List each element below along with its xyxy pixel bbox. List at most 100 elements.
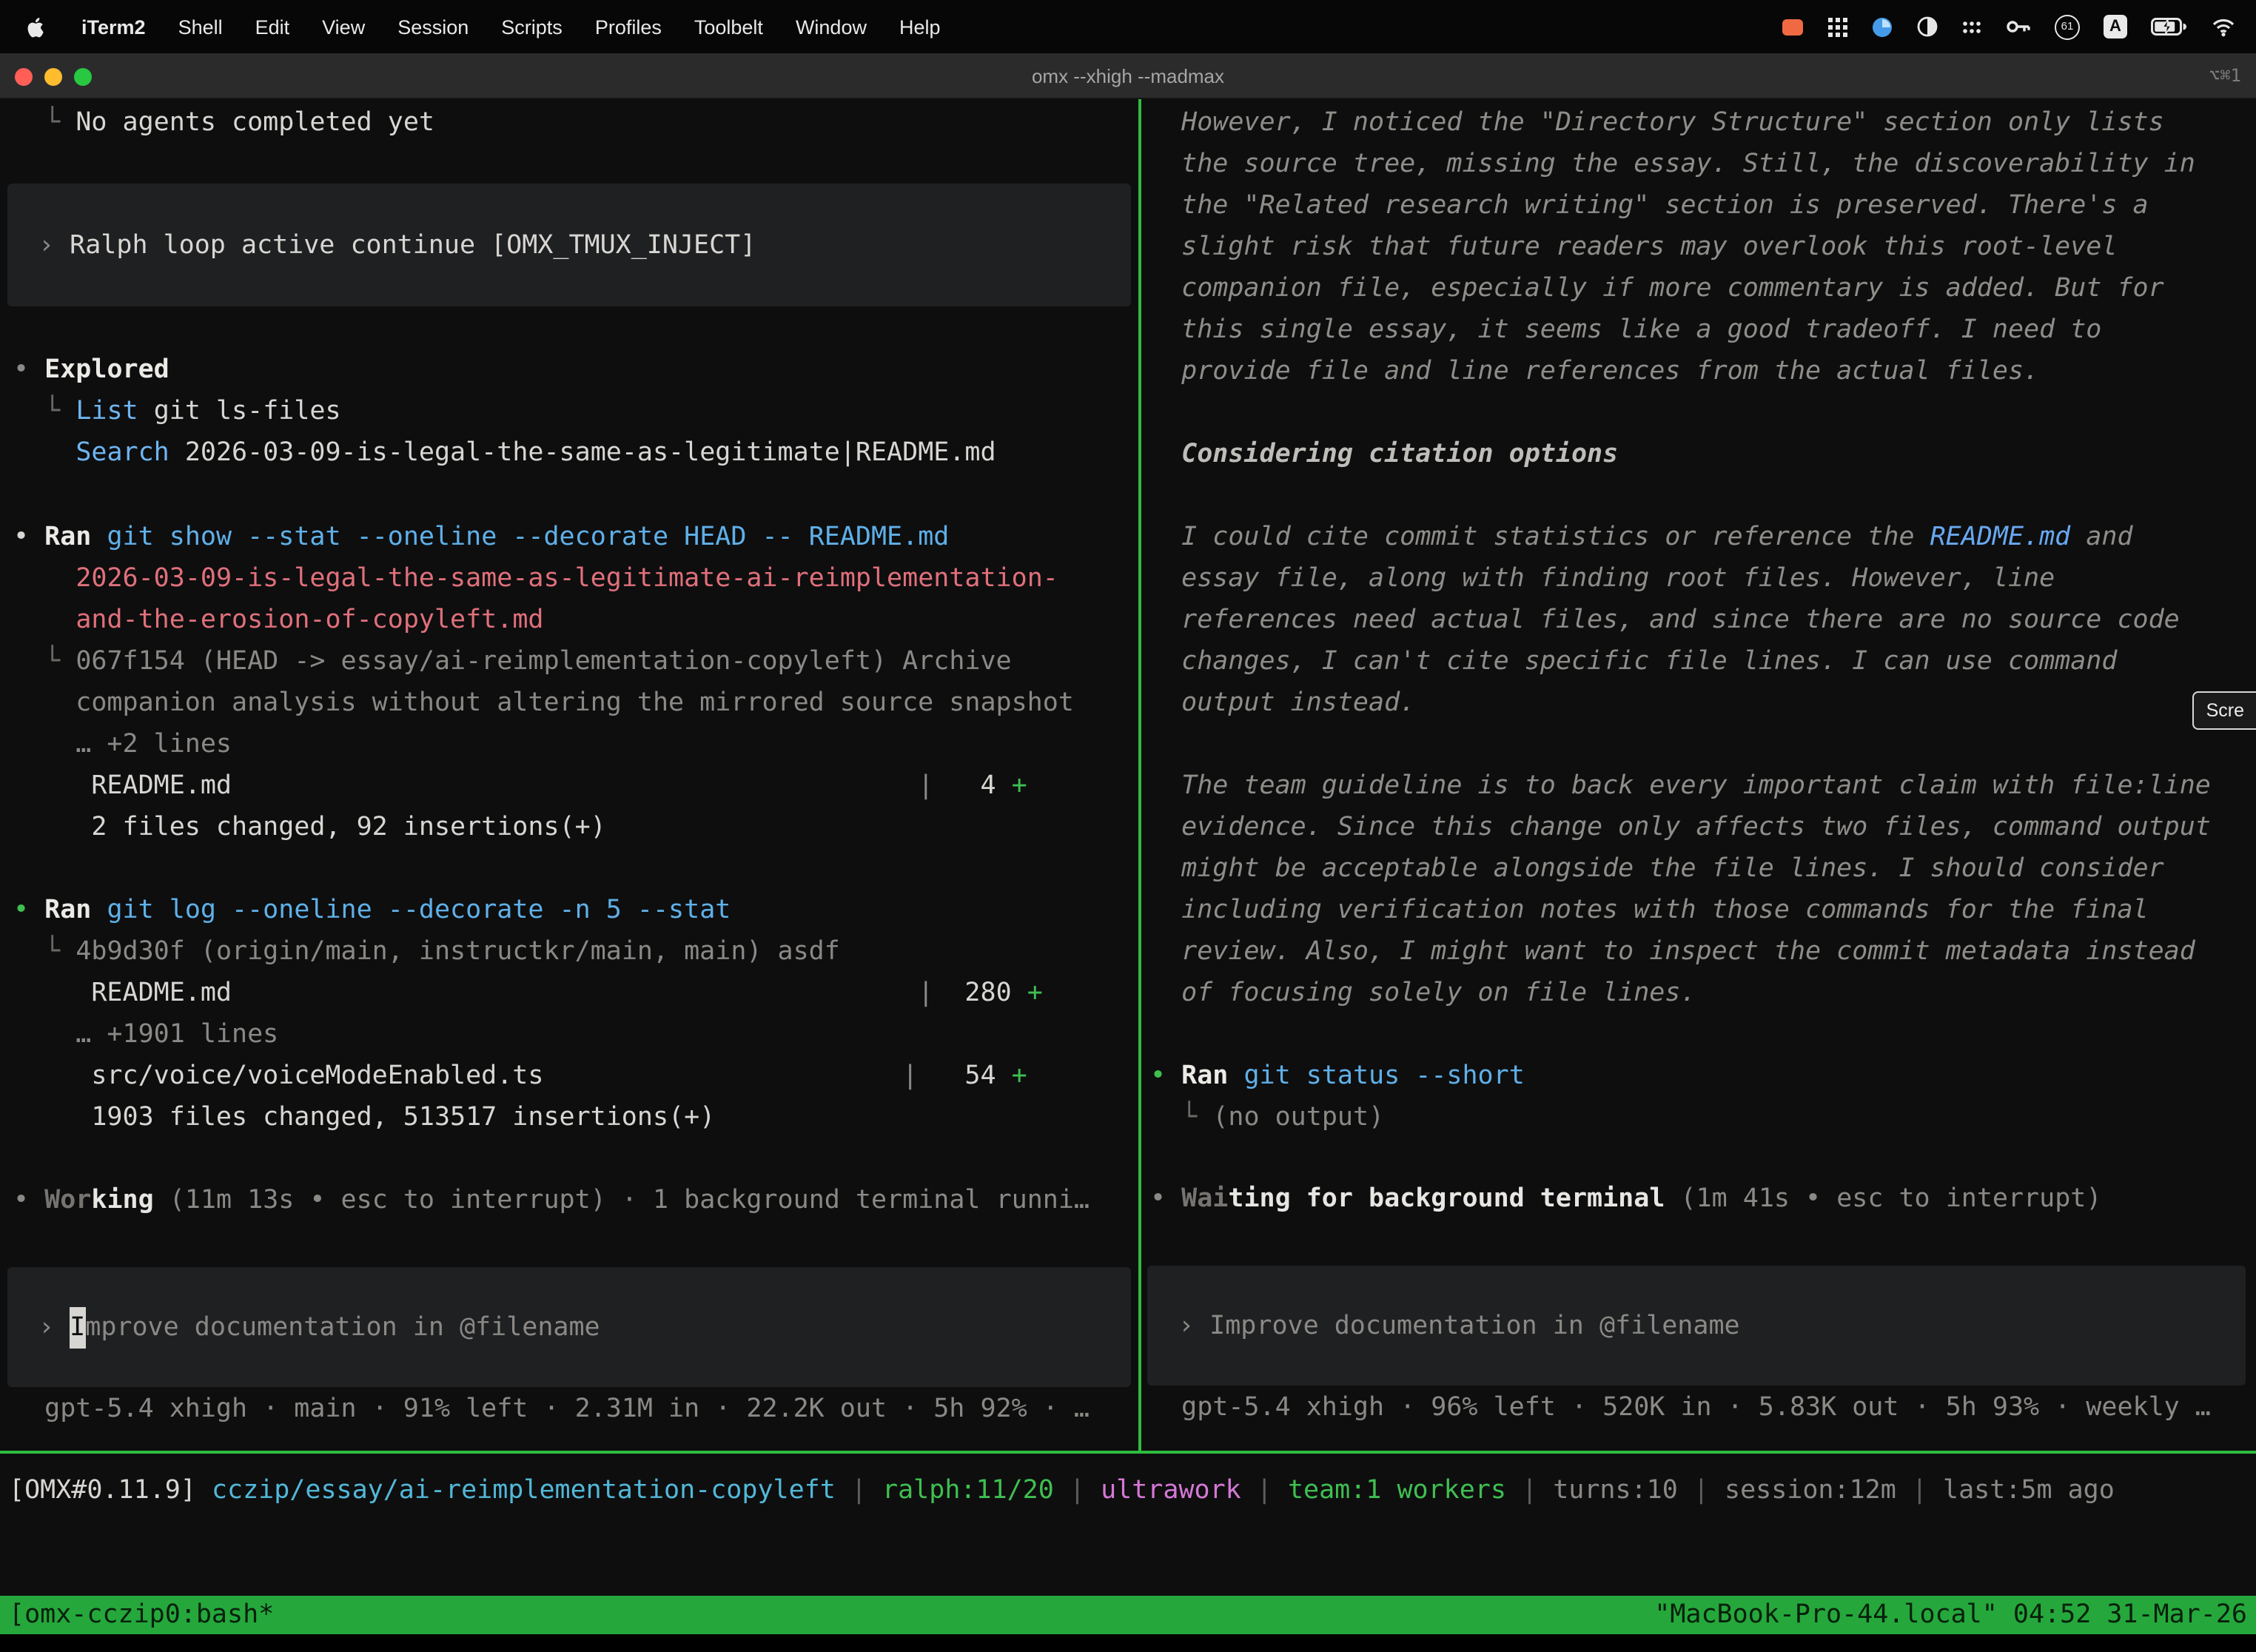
half-circle-icon[interactable] <box>1917 16 1938 37</box>
text-segment: └ <box>1150 1103 1212 1132</box>
text-segment: mprove documentation in @filename <box>85 1306 600 1348</box>
terminal-line: slight risk that future readers may over… <box>1150 226 2256 268</box>
input-source-label: A <box>2104 15 2127 38</box>
prompt-input-box[interactable]: › Ralph loop active continue [OMX_TMUX_I… <box>7 184 1131 306</box>
text-segment: changes, I can't cite specific file line… <box>1150 647 2117 676</box>
text-segment: the "Related research writing" section i… <box>1150 191 2149 221</box>
terminal-line: this single essay, it seems like a good … <box>1150 309 2256 351</box>
terminal-line: references need actual files, and since … <box>1150 600 2256 641</box>
menu-item-toolbelt[interactable]: Toolbelt <box>678 16 779 38</box>
terminal-line: including verification notes with those … <box>1150 890 2256 931</box>
text-segment: provide file and line references from th… <box>1150 357 2039 386</box>
terminal-line: README.md | 4 + <box>13 765 1138 807</box>
text-segment: essay file, along with finding root file… <box>1150 564 2055 594</box>
window-titlebar[interactable]: omx --xhigh --madmax ⌥⌘1 <box>0 53 2256 99</box>
text-segment: companion analysis without altering the … <box>13 688 1074 718</box>
menu-item-edit[interactable]: Edit <box>239 16 306 38</box>
prompt-input-box[interactable]: › Improve documentation in @filename <box>1147 1266 2246 1386</box>
terminal-line: provide file and line references from th… <box>1150 351 2256 392</box>
text-segment: Ran <box>1181 1061 1228 1091</box>
battery-gauge-icon[interactable]: 61 <box>2055 14 2080 39</box>
text-segment: README.md <box>13 771 232 801</box>
text-segment: including verification notes with those … <box>1150 896 2149 925</box>
text-segment: • <box>1150 1184 1181 1214</box>
menu-item-profiles[interactable]: Profiles <box>579 16 678 38</box>
terminal-line: of focusing solely on file lines. <box>1150 973 2256 1014</box>
terminal-line: However, I noticed the "Directory Struct… <box>1150 102 2256 144</box>
text-segment: + <box>1027 978 1043 1008</box>
text-segment: (11m 13s • esc to interrupt) · 1 backgro… <box>154 1186 1090 1215</box>
pane-divider-vertical[interactable] <box>1138 99 1141 1451</box>
dots-grid-icon[interactable] <box>1961 19 1982 35</box>
text-segment: | <box>232 978 933 1008</box>
close-button[interactable] <box>15 68 33 86</box>
menu-item-help[interactable]: Help <box>883 16 957 38</box>
spacer <box>13 848 1138 890</box>
menu-item-iterm2[interactable]: iTerm2 <box>65 16 162 38</box>
text-segment: Ralph loop active continue [OMX_TMUX_INJ… <box>70 224 756 266</box>
wifi-icon[interactable] <box>2212 17 2235 36</box>
text-segment: + <box>1012 1061 1027 1091</box>
terminal-line: • Ran git status --short <box>1150 1055 2256 1097</box>
text-segment: might be acceptable alongside the file l… <box>1150 854 2164 884</box>
apple-menu-icon[interactable] <box>0 16 65 38</box>
right-pane[interactable]: However, I noticed the "Directory Struct… <box>1141 99 2256 1451</box>
terminal-line: essay file, along with finding root file… <box>1150 558 2256 600</box>
terminal-line: • Working (11m 13s • esc to interrupt) ·… <box>13 1180 1138 1221</box>
text-segment: • <box>13 896 44 925</box>
menu-item-session[interactable]: Session <box>381 16 485 38</box>
terminal-line: └ List git ls-files <box>13 391 1138 432</box>
terminal-line: the "Related research writing" section i… <box>1150 185 2256 226</box>
text-segment: … +2 lines <box>13 730 232 759</box>
terminal-line: and-the-erosion-of-copyleft.md <box>13 600 1138 641</box>
blue-app-icon[interactable] <box>1871 16 1893 38</box>
menu-item-view[interactable]: View <box>306 16 381 38</box>
text-segment: + <box>1012 771 1027 801</box>
minimize-button[interactable] <box>44 68 62 86</box>
text-segment: README.md <box>13 978 232 1008</box>
menu-item-shell[interactable]: Shell <box>162 16 239 38</box>
prompt-input-box[interactable]: › Improve documentation in @filename <box>7 1267 1131 1387</box>
text-segment: 2026-03-09-is-legal-the-same-as-legitima… <box>75 564 1058 594</box>
text-segment: 2 files changed, 92 insertions(+) <box>13 813 606 842</box>
battery-icon[interactable] <box>2151 18 2188 36</box>
terminal-line: companion analysis without altering the … <box>13 682 1138 724</box>
text-segment: Wor <box>44 1186 91 1215</box>
zoom-button[interactable] <box>74 68 92 86</box>
text-segment: └ <box>13 647 75 676</box>
terminal-line: … +1901 lines <box>13 1014 1138 1055</box>
text-segment: Ran <box>44 523 91 552</box>
text-segment: Wai <box>1181 1184 1228 1214</box>
spacer <box>13 1221 1138 1267</box>
text-segment: 54 <box>918 1061 1011 1091</box>
text-segment: … +1901 lines <box>13 1020 278 1050</box>
menu-item-window[interactable]: Window <box>779 16 883 38</box>
input-source-icon[interactable]: A <box>2104 15 2127 38</box>
terminal-line: 2026-03-09-is-legal-the-same-as-legitima… <box>13 558 1138 600</box>
text-segment: › <box>38 224 70 266</box>
grid-icon[interactable] <box>1828 17 1847 36</box>
text-segment: team:1 workers <box>1288 1476 1506 1505</box>
spacer <box>1150 475 2256 517</box>
terminal-line: output instead. <box>1150 682 2256 724</box>
text-segment: ultrawork <box>1101 1476 1241 1505</box>
pane-divider-horizontal <box>0 1451 2256 1454</box>
menu-item-scripts[interactable]: Scripts <box>485 16 579 38</box>
text-segment: git ls-files <box>138 397 341 426</box>
terminal-line: … +2 lines <box>13 724 1138 765</box>
screen-recording-icon[interactable] <box>1781 17 1805 36</box>
text-segment: git show --stat --oneline --decorate HEA… <box>107 523 949 552</box>
text-segment: gpt-5.4 xhigh · 96% left · 520K in · 5.8… <box>1150 1393 2211 1423</box>
text-segment: review. Also, I might want to inspect th… <box>1150 937 2195 967</box>
text-segment <box>91 523 107 552</box>
screen-tooltip[interactable]: Scre <box>2193 691 2256 730</box>
terminal-line: The team guideline is to back every impo… <box>1150 765 2256 807</box>
key-icon[interactable] <box>2006 18 2031 36</box>
terminal-line: [OMX#0.11.9] cczip/essay/ai-reimplementa… <box>9 1470 2256 1511</box>
terminal-line: I could cite commit statistics or refere… <box>1150 517 2256 558</box>
left-pane[interactable]: └ No agents completed yet› Ralph loop ac… <box>0 99 1138 1451</box>
text-segment: cczip/essay/ai-reimplementation-copyleft <box>212 1476 836 1505</box>
terminal-line: src/voice/voiceModeEnabled.ts | 54 + <box>13 1055 1138 1097</box>
text-segment: Improve documentation in @filename <box>1209 1305 1739 1346</box>
text-segment: ting for background terminal <box>1228 1184 1665 1214</box>
